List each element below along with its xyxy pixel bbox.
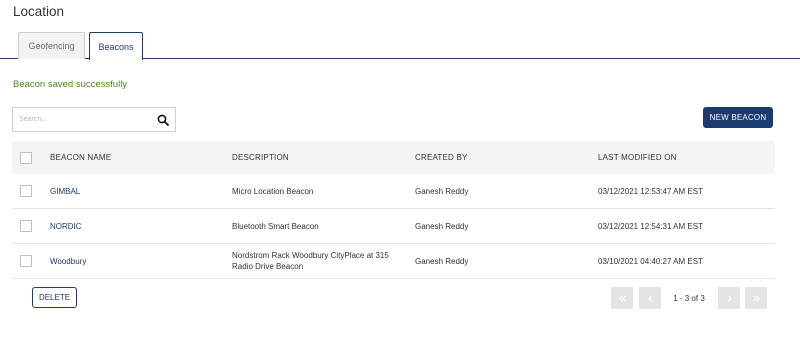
table-row[interactable]: NORDIC Bluetooth Smart Beacon Ganesh Red… — [12, 209, 775, 244]
delete-button[interactable]: DELETE — [32, 287, 77, 308]
column-header-name[interactable]: BEACON NAME — [50, 141, 111, 174]
beacon-last-modified: 03/10/2021 04:40:27 AM EST — [598, 256, 703, 266]
table-header: BEACON NAME DESCRIPTION CREATED BY LAST … — [12, 141, 775, 174]
beacon-created-by: Ganesh Reddy — [415, 256, 469, 266]
column-header-created-by[interactable]: CREATED BY — [415, 141, 468, 174]
last-page-button[interactable] — [745, 287, 767, 309]
chevron-right-icon — [727, 294, 732, 302]
new-beacon-button[interactable]: NEW BEACON — [703, 107, 773, 128]
beacon-name-link[interactable]: NORDIC — [50, 209, 82, 243]
row-checkbox[interactable] — [20, 220, 32, 232]
double-chevron-right-icon — [752, 294, 760, 302]
beacon-name-link[interactable]: GIMBAL — [50, 174, 80, 208]
beacon-table: BEACON NAME DESCRIPTION CREATED BY LAST … — [12, 141, 775, 279]
beacon-last-modified: 03/12/2021 12:53:47 AM EST — [598, 186, 703, 196]
pagination-info: 1 - 3 of 3 — [673, 293, 705, 303]
previous-page-button[interactable] — [639, 287, 661, 309]
tab-beacons[interactable]: Beacons — [89, 32, 143, 60]
column-header-description[interactable]: DESCRIPTION — [232, 141, 407, 174]
beacon-created-by: Ganesh Reddy — [415, 221, 469, 231]
search-box — [12, 107, 176, 132]
chevron-left-icon — [647, 294, 652, 302]
first-page-button[interactable] — [611, 287, 633, 309]
beacon-description: Nordstrom Rack Woodbury CityPlace at 315… — [232, 251, 389, 271]
beacon-name-link[interactable]: Woodbury — [50, 244, 86, 278]
double-chevron-left-icon — [618, 294, 626, 302]
search-icon[interactable] — [157, 114, 169, 126]
row-checkbox[interactable] — [20, 185, 32, 197]
row-checkbox[interactable] — [20, 255, 32, 267]
success-message: Beacon saved successfully — [13, 79, 128, 90]
tab-bar: Geofencing Beacons — [0, 32, 800, 60]
next-page-button[interactable] — [718, 287, 740, 309]
table-row[interactable]: GIMBAL Micro Location Beacon Ganesh Redd… — [12, 174, 775, 209]
beacon-created-by: Ganesh Reddy — [415, 186, 469, 196]
search-input[interactable] — [13, 108, 151, 131]
table-row[interactable]: Woodbury Nordstrom Rack Woodbury CityPla… — [12, 244, 775, 279]
beacon-description: Bluetooth Smart Beacon — [232, 221, 319, 231]
beacon-last-modified: 03/12/2021 12:54:31 AM EST — [598, 221, 703, 231]
select-all-checkbox[interactable] — [20, 151, 32, 164]
page-title: Location — [13, 4, 65, 19]
column-header-last-modified[interactable]: LAST MODIFIED ON — [598, 141, 677, 174]
beacon-description: Micro Location Beacon — [232, 186, 314, 196]
tab-geofencing[interactable]: Geofencing — [18, 32, 85, 59]
